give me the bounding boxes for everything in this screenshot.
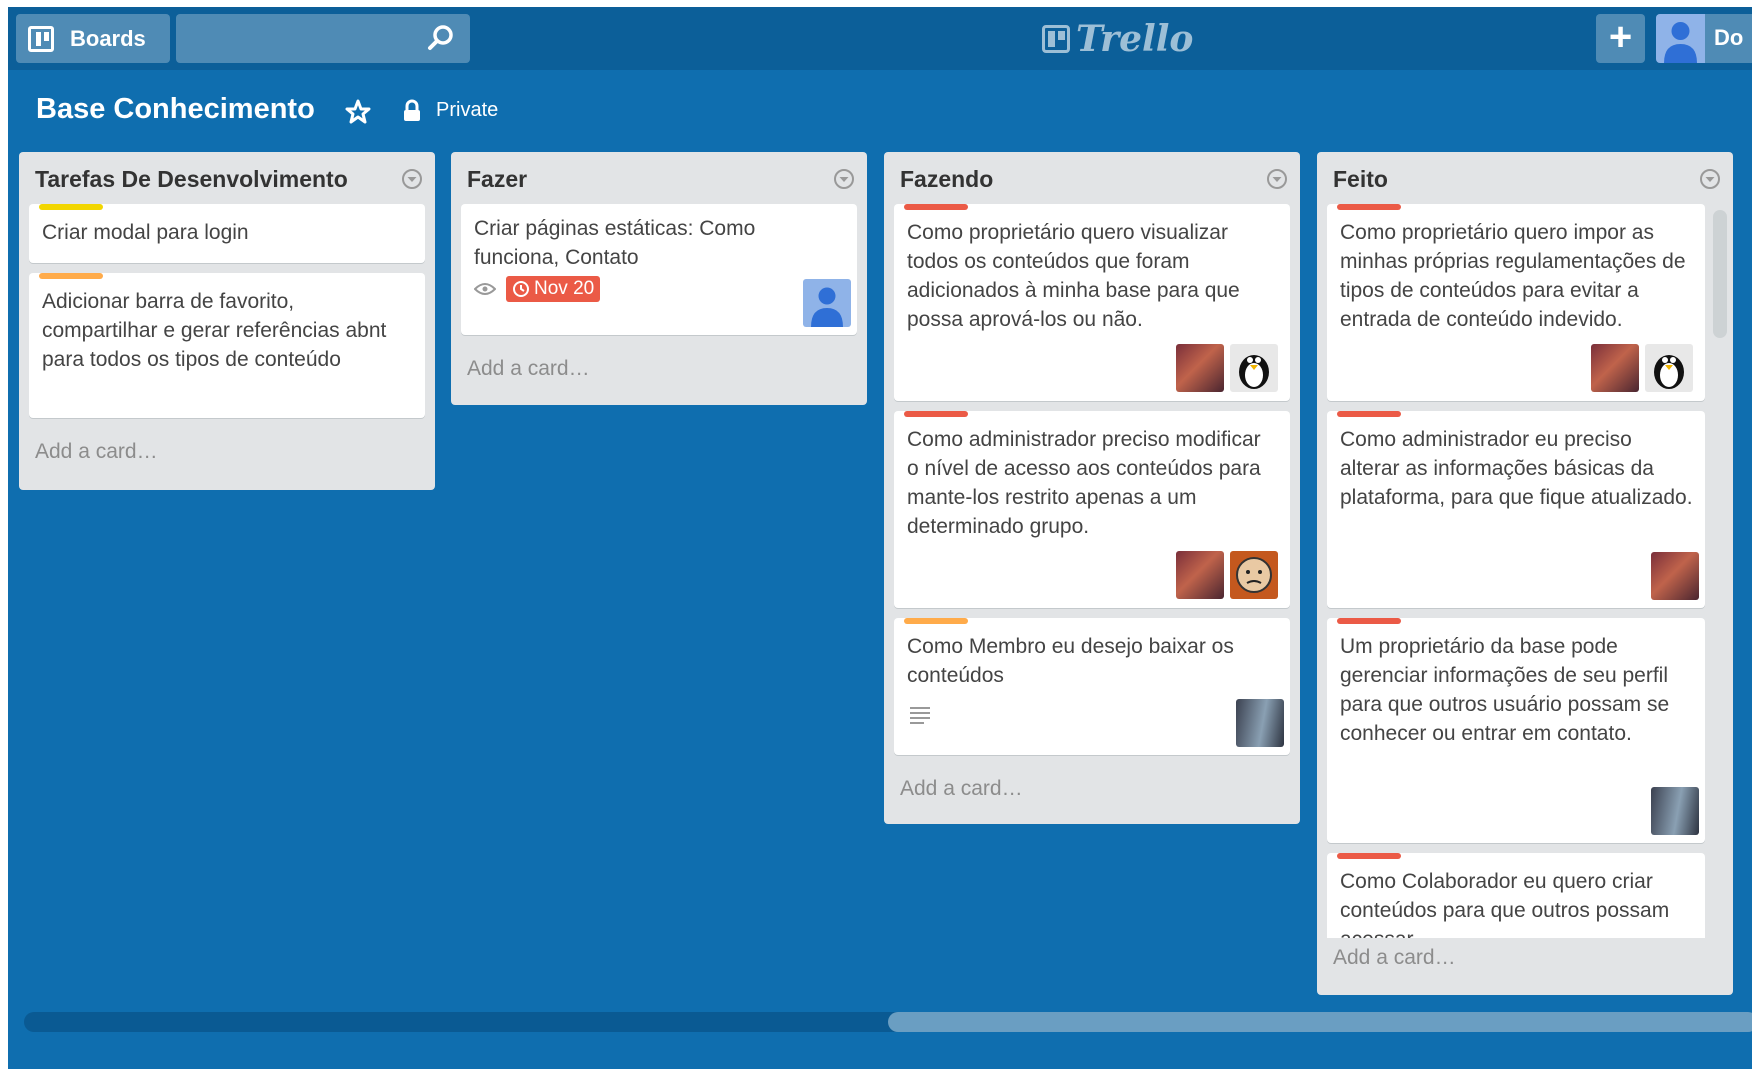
trello-logo-icon	[1042, 25, 1070, 53]
boards-icon	[28, 25, 54, 52]
card[interactable]: Como proprietário quero impor as minhas …	[1327, 204, 1705, 401]
visibility-button[interactable]: Private	[436, 99, 498, 122]
boards-button-label: Boards	[70, 25, 146, 51]
add-card-button[interactable]: Add a card…	[451, 345, 867, 397]
list-header: Feito	[1317, 152, 1733, 204]
clock-icon	[513, 281, 529, 297]
default-avatar[interactable]	[803, 279, 851, 327]
card[interactable]: Como administrador eu preciso alterar as…	[1327, 411, 1705, 608]
photo-avatar[interactable]	[1651, 552, 1699, 600]
card[interactable]: Criar páginas estáticas: Como funciona, …	[461, 204, 857, 335]
card-label	[904, 204, 968, 210]
cartoon-face-icon	[1236, 557, 1272, 593]
card-title: Como proprietário quero visualizar todos…	[907, 221, 1240, 331]
card-title: Adicionar barra de favorito, compartilha…	[42, 290, 387, 371]
penguin-icon	[1239, 355, 1269, 389]
eye-icon	[474, 283, 496, 295]
boards-button[interactable]: Boards	[16, 14, 170, 63]
search-icon[interactable]	[426, 23, 456, 53]
card-title: Como Membro eu desejo baixar os conteúdo…	[907, 635, 1234, 687]
list-menu-icon[interactable]	[1699, 168, 1721, 190]
list-menu-icon[interactable]	[833, 168, 855, 190]
card[interactable]: Adicionar barra de favorito, compartilha…	[29, 273, 425, 418]
penguin-avatar[interactable]	[1230, 344, 1278, 392]
card-label	[39, 273, 103, 279]
couple-avatar[interactable]	[1236, 699, 1284, 747]
logo-text: Trello	[1076, 18, 1194, 60]
photo-avatar[interactable]	[1591, 344, 1639, 392]
couple-avatar[interactable]	[1651, 787, 1699, 835]
card-title: Como administrador preciso modificar o n…	[907, 428, 1261, 538]
description-icon	[910, 707, 930, 724]
add-card-button[interactable]: Add a card…	[19, 428, 435, 480]
card-title: Como administrador eu preciso alterar as…	[1340, 428, 1693, 509]
list-header: Fazer	[451, 152, 867, 204]
due-date-badge[interactable]: Nov 20	[506, 276, 601, 302]
list-title[interactable]: Tarefas De Desenvolvimento	[35, 166, 348, 193]
list-fazer: Fazer Criar páginas estáticas: Como func…	[451, 152, 867, 405]
member-name: Do	[1714, 25, 1744, 50]
penguin-icon	[1654, 355, 1684, 389]
add-card-button[interactable]: Add a card…	[884, 765, 1300, 817]
top-header: Boards Trello + Do	[8, 7, 1752, 70]
card-title: Criar modal para login	[42, 221, 249, 244]
list-menu-icon[interactable]	[1266, 168, 1288, 190]
member-avatar	[1656, 14, 1705, 63]
list-tarefas: Tarefas De Desenvolvimento Criar modal p…	[19, 152, 435, 490]
card-members	[907, 551, 1278, 599]
list-menu-icon[interactable]	[401, 168, 423, 190]
card-label	[1337, 204, 1401, 210]
board-canvas: Boards Trello + Do Base Conhecimento Pri…	[8, 7, 1752, 1069]
list-header: Fazendo	[884, 152, 1300, 204]
list-cards-scroll[interactable]: Como proprietário quero impor as minhas …	[1317, 204, 1733, 938]
list-title[interactable]: Feito	[1333, 166, 1388, 193]
card-members	[1340, 344, 1693, 392]
board-title[interactable]: Base Conhecimento	[36, 93, 315, 126]
photo-avatar[interactable]	[1176, 344, 1224, 392]
photo-avatar[interactable]	[1176, 551, 1224, 599]
list-fazendo: Fazendo Como proprietário quero visualiz…	[884, 152, 1300, 824]
card-title: Um proprietário da base pode gerenciar i…	[1340, 635, 1670, 745]
list-feito: Feito Como proprietário quero impor as m…	[1317, 152, 1733, 995]
card-badges: Nov 20	[474, 276, 845, 302]
card[interactable]: Como administrador preciso modificar o n…	[894, 411, 1290, 608]
list-title[interactable]: Fazendo	[900, 166, 993, 193]
card-label	[1337, 853, 1401, 859]
due-date-text: Nov 20	[534, 278, 595, 299]
card[interactable]: Criar modal para login	[29, 204, 425, 263]
card-title: Como Colaborador eu quero criar conteúdo…	[1340, 870, 1670, 938]
card-label	[1337, 618, 1401, 624]
list-header: Tarefas De Desenvolvimento	[19, 152, 435, 204]
add-card-button[interactable]: Add a card…	[1317, 938, 1733, 986]
card[interactable]: Como Membro eu desejo baixar os conteúdo…	[894, 618, 1290, 755]
trello-logo[interactable]: Trello	[1042, 18, 1194, 60]
list-scrollbar[interactable]	[1713, 210, 1727, 338]
user-icon	[811, 287, 843, 327]
cartoon-avatar[interactable]	[1230, 551, 1278, 599]
add-button[interactable]: +	[1596, 14, 1645, 63]
star-icon[interactable]	[343, 97, 373, 127]
user-icon	[1664, 22, 1697, 63]
card[interactable]: Como Colaborador eu quero criar conteúdo…	[1327, 853, 1705, 938]
member-menu-button[interactable]: Do	[1656, 14, 1752, 63]
card-label	[904, 411, 968, 417]
lock-icon	[404, 99, 420, 121]
card[interactable]: Como proprietário quero visualizar todos…	[894, 204, 1290, 401]
card-title: Como proprietário quero impor as minhas …	[1340, 221, 1686, 331]
board-scrollbar-thumb[interactable]	[888, 1012, 1752, 1032]
card-members	[907, 344, 1278, 392]
list-title[interactable]: Fazer	[467, 166, 527, 193]
card-title: Criar páginas estáticas: Como funciona, …	[474, 217, 756, 269]
card-label	[904, 618, 968, 624]
card-label	[39, 204, 103, 210]
card-label	[1337, 411, 1401, 417]
card[interactable]: Um proprietário da base pode gerenciar i…	[1327, 618, 1705, 843]
penguin-avatar[interactable]	[1645, 344, 1693, 392]
